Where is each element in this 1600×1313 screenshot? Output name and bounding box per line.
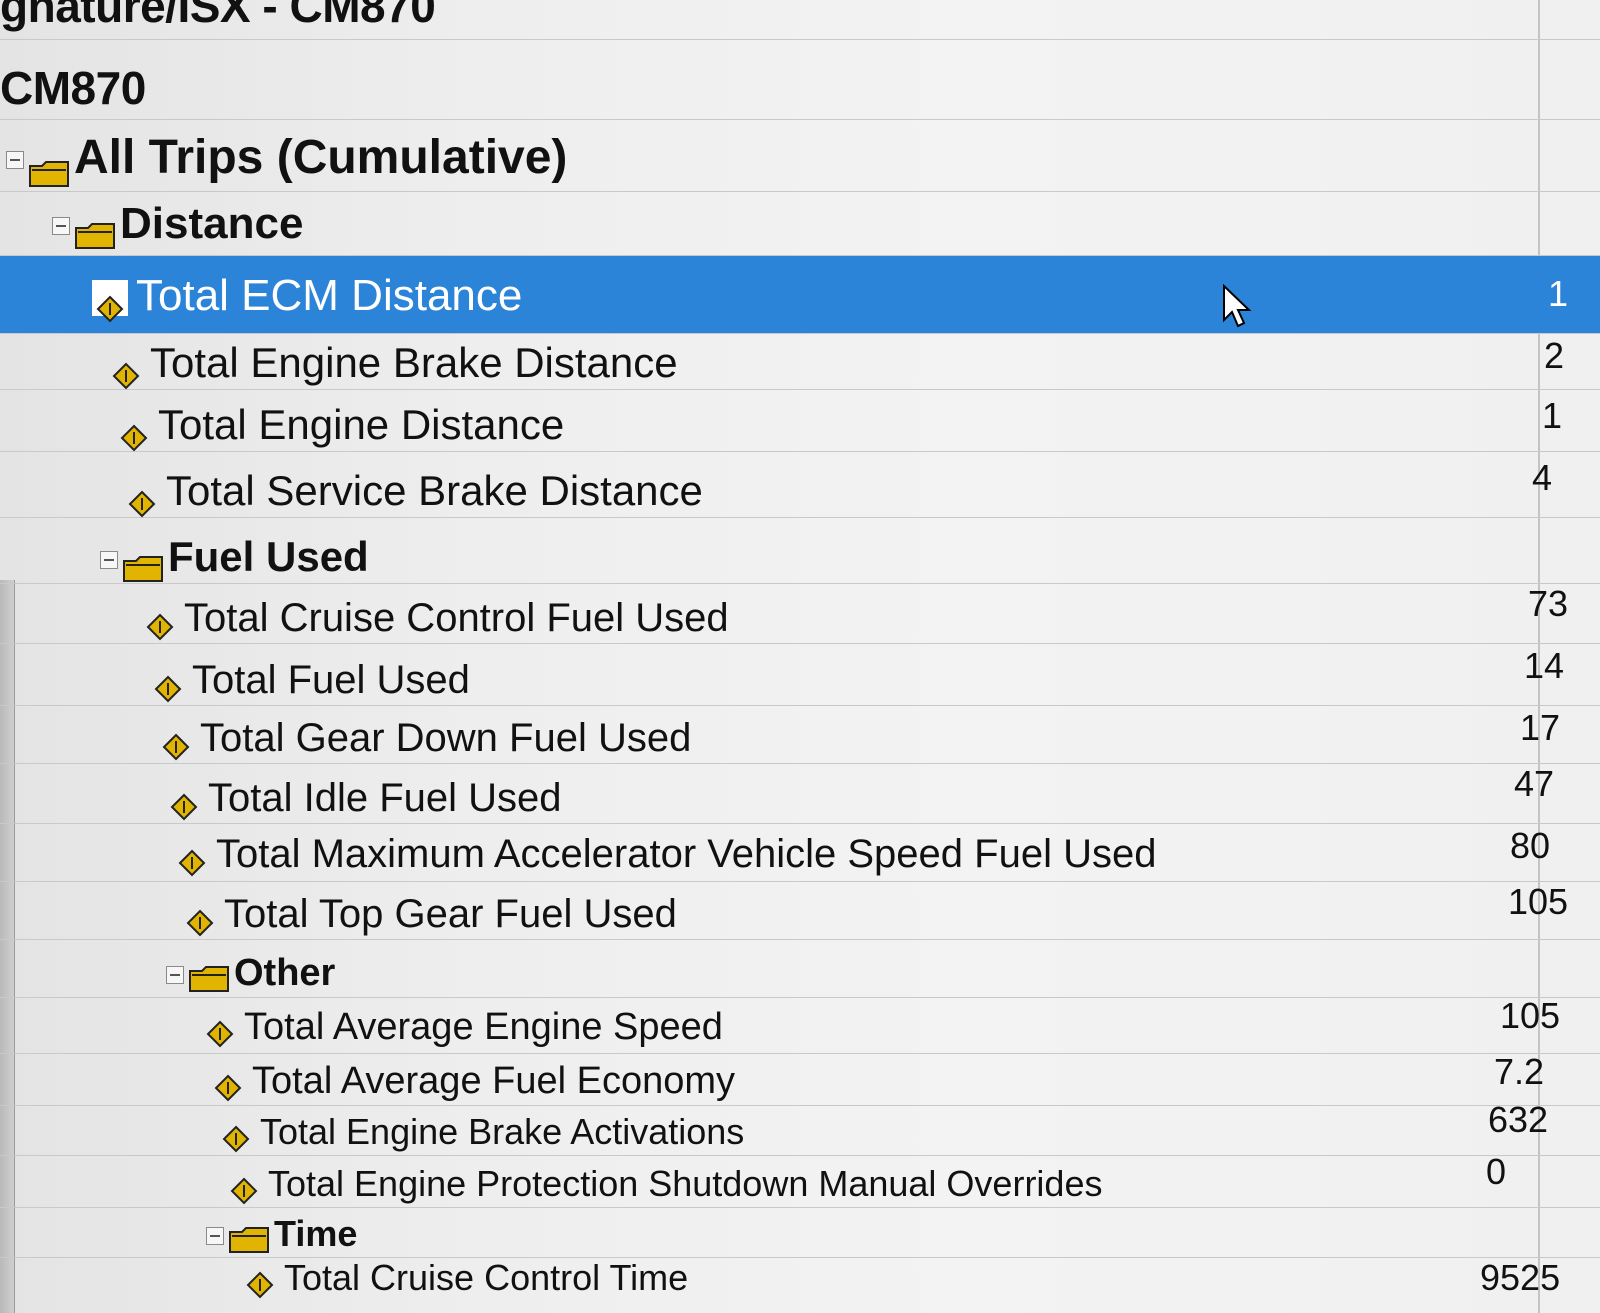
tree-item-total-average-fuel-economy[interactable]: Total Average Fuel Economy 7.2 [0,1051,1600,1106]
tree-item-total-ecm-distance[interactable]: Total ECM Distance 1 [0,256,1600,334]
tree-item-total-idle-fuel-used[interactable]: Total Idle Fuel Used 47 [0,763,1600,824]
parameter-diamond-icon [92,280,128,323]
parameter-label: Total Fuel Used [192,658,470,702]
tree-item-total-max-accelerator-vehicle-speed-fuel-used[interactable]: Total Maximum Accelerator Vehicle Speed … [0,824,1600,882]
tree-item-total-fuel-used[interactable]: Total Fuel Used 14 [0,644,1600,706]
parameter-label: Total Service Brake Distance [166,467,703,514]
parameter-value: 80 [1510,825,1551,866]
parameter-value: 14 [1524,645,1565,686]
parameter-value: 2 [1544,335,1565,376]
tree-node-label: All Trips (Cumulative) [74,131,568,184]
collapse-box-icon[interactable] [206,1227,224,1246]
ecm-parameter-tree-window: gnature/ISX - CM870 CM870 All Trips (Cum… [0,0,1600,1313]
folder-icon [228,1221,270,1254]
parameter-label: Total Gear Down Fuel Used [200,716,692,760]
parameter-label: Total Cruise Control Fuel Used [184,596,729,640]
tree-item-total-top-gear-fuel-used[interactable]: Total Top Gear Fuel Used 105 [0,881,1600,940]
collapse-box-icon[interactable] [100,550,118,569]
parameter-diamond-icon [112,352,140,390]
parameter-value: 0 [1486,1151,1507,1192]
collapse-box-icon[interactable] [166,965,184,984]
tree-item-total-average-engine-speed[interactable]: Total Average Engine Speed 105 [0,995,1600,1054]
parameter-label: Total Average Fuel Economy [252,1060,736,1102]
folder-icon [122,545,164,582]
parameter-diamond-icon [178,842,206,877]
tree-node-distance[interactable]: Distance [0,192,1600,256]
folder-icon [74,211,116,250]
tree-node-all-trips[interactable]: All Trips (Cumulative) [0,120,1600,192]
parameter-diamond-icon [170,786,198,821]
parameter-value: 17 [1520,707,1561,748]
tree-item-total-service-brake-distance[interactable]: Total Service Brake Distance 4 [0,452,1600,518]
tree-node-label: Time [274,1213,358,1254]
ecm-name-row: CM870 [0,40,1600,120]
parameter-diamond-icon [186,902,214,937]
parameter-value: 1 [1542,395,1563,436]
window-title: gnature/ISX - CM870 [0,0,436,32]
ecm-name: CM870 [0,62,146,114]
window-title-row: gnature/ISX - CM870 [0,0,1600,40]
parameter-label: Total Engine Distance [158,401,565,448]
parameter-label: Total Engine Brake Activations [260,1111,745,1152]
parameter-diamond-icon [214,1069,242,1102]
collapse-box-icon[interactable] [52,217,70,236]
tree-node-label: Distance [120,199,304,248]
parameter-value: 105 [1508,881,1569,922]
parameter-value: 1 [1548,273,1569,314]
mouse-pointer-icon [1222,283,1252,330]
parameter-label: Total ECM Distance [136,271,523,320]
parameter-value: 7.2 [1494,1051,1545,1092]
tree-item-total-engine-brake-distance[interactable]: Total Engine Brake Distance 2 [0,334,1600,390]
tree-node-other[interactable]: Other [0,940,1600,998]
parameter-diamond-icon [246,1266,274,1299]
parameter-diamond-icon [222,1120,250,1153]
parameter-label: Total Idle Fuel Used [208,776,562,820]
tree-node-fuel-used[interactable]: Fuel Used [0,518,1600,584]
parameter-diamond-icon [206,1015,234,1048]
tree-item-total-cruise-control-time[interactable]: Total Cruise Control Time 9525 [0,1257,1600,1313]
parameter-diamond-icon [162,726,190,761]
parameter-diamond-icon [230,1172,258,1205]
parameter-value: 73 [1528,583,1569,624]
tree-item-total-engine-brake-activations[interactable]: Total Engine Brake Activations 632 [0,1099,1600,1156]
parameter-label: Total Cruise Control Time [284,1257,689,1298]
parameter-value: 105 [1500,995,1561,1036]
parameter-diamond-icon [146,606,174,641]
parameter-diamond-icon [154,668,182,703]
parameter-label: Total Average Engine Speed [244,1006,723,1048]
parameter-value: 47 [1514,763,1555,804]
tree-node-time[interactable]: Time [0,1208,1600,1258]
parameter-label: Total Top Gear Fuel Used [224,892,677,936]
parameter-value: 632 [1488,1099,1549,1140]
parameter-value: 4 [1532,457,1553,498]
folder-icon [188,960,230,992]
tree-node-label: Other [234,952,336,994]
tree-item-total-engine-protection-shutdown-manual-overrides[interactable]: Total Engine Protection Shutdown Manual … [0,1151,1600,1208]
tree-item-total-cruise-control-fuel-used[interactable]: Total Cruise Control Fuel Used 73 [0,583,1600,644]
tree-node-label: Fuel Used [168,533,369,580]
parameter-label: Total Engine Brake Distance [150,339,678,386]
tree-item-total-engine-distance[interactable]: Total Engine Distance 1 [0,390,1600,452]
parameter-label: Total Maximum Accelerator Vehicle Speed … [216,832,1157,876]
tree-item-total-gear-down-fuel-used[interactable]: Total Gear Down Fuel Used 17 [0,706,1600,764]
parameter-label: Total Engine Protection Shutdown Manual … [268,1163,1103,1204]
collapse-box-icon[interactable] [6,151,24,170]
parameter-diamond-icon [128,480,156,518]
parameter-value: 9525 [1480,1257,1561,1298]
folder-icon [28,145,70,188]
parameter-diamond-icon [120,414,148,452]
